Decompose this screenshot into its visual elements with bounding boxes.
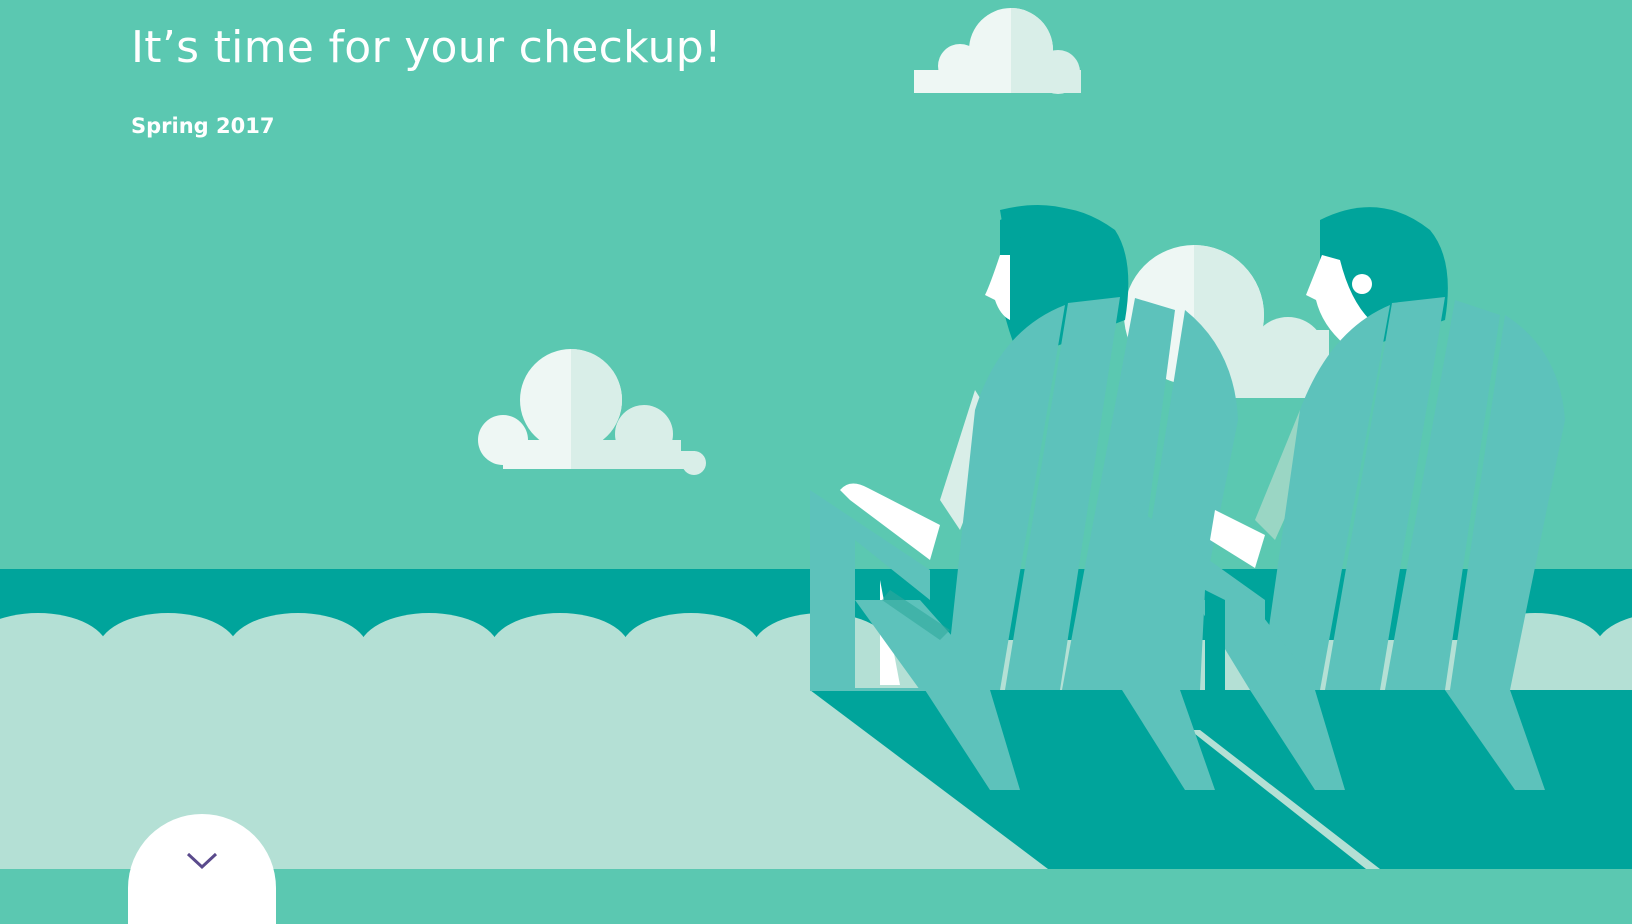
page-title: It’s time for your checkup! [131,22,722,73]
chevron-down-icon [186,852,218,870]
page-subtitle: Spring 2017 [131,114,275,138]
